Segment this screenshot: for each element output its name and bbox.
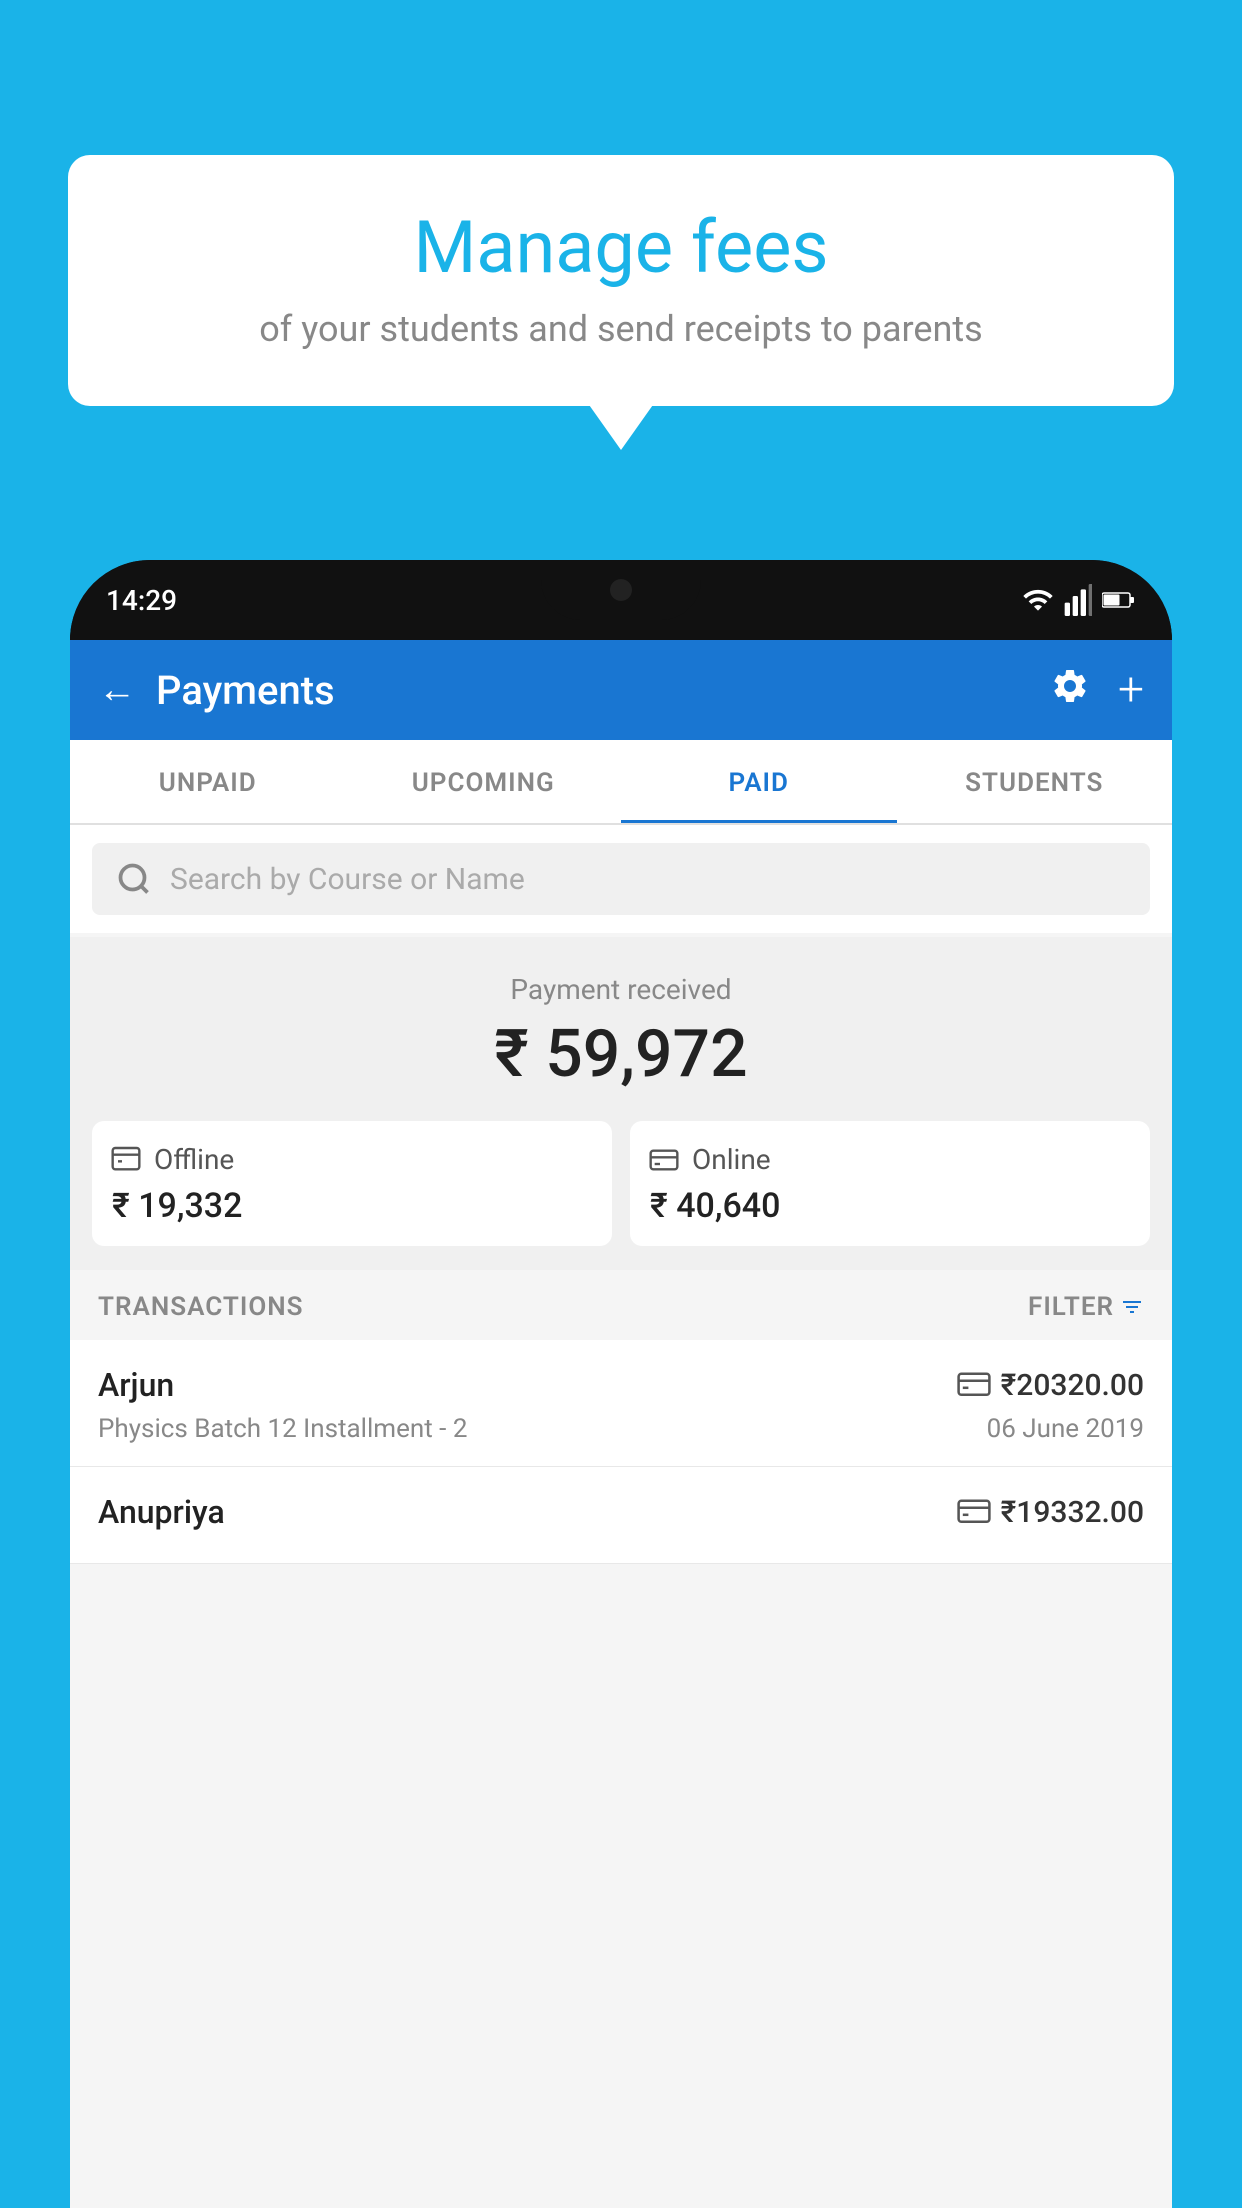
speech-bubble: Manage fees of your students and send re… [68,155,1174,406]
offline-icon [110,1146,142,1174]
filter-wrap[interactable]: FILTER [1028,1292,1144,1322]
online-card-row: Online [648,1143,771,1176]
transaction-row-top: Arjun ₹20320.00 [98,1366,1144,1404]
app-screen: ← Payments + UNPAID UPCOMING PAID ST [70,640,1172,2208]
transactions-label: TRANSACTIONS [98,1292,304,1322]
tab-paid[interactable]: PAID [621,740,897,823]
offline-amount: ₹ 19,332 [112,1186,242,1226]
camera [610,579,632,601]
payment-received-label: Payment received [92,973,1150,1006]
filter-icon [1120,1295,1144,1319]
settings-icon[interactable] [1050,666,1090,715]
signal-icon [1064,584,1092,616]
status-time: 14:29 [106,584,177,617]
transaction-name: Arjun [98,1366,174,1404]
battery-icon [1102,586,1136,614]
header-left: ← Payments [98,667,335,714]
transaction-list: Arjun ₹20320.00 Physics Batch [70,1340,1172,1564]
offline-card-row: Offline [110,1143,234,1176]
phone-notch [541,560,701,620]
card-icon [957,1371,991,1399]
payment-total-amount: ₹ 59,972 [92,1016,1150,1093]
bubble-title: Manage fees [128,207,1114,290]
back-button[interactable]: ← [98,668,136,712]
tab-students[interactable]: STUDENTS [897,740,1173,823]
background: Manage fees of your students and send re… [0,0,1242,2208]
filter-label: FILTER [1028,1292,1114,1322]
transaction-amount-wrap: ₹20320.00 [957,1368,1144,1403]
transaction-row-bottom: Physics Batch 12 Installment - 2 06 June… [98,1414,1144,1444]
phone-frame: 14:29 [70,560,1172,2208]
transaction-name: Anupriya [98,1493,225,1531]
wifi-icon [1022,584,1054,616]
transaction-row-top: Anupriya ₹19332.00 [98,1493,1144,1531]
search-bar[interactable]: Search by Course or Name [92,843,1150,915]
search-icon [116,861,152,897]
tabs-container: UNPAID UPCOMING PAID STUDENTS [70,740,1172,825]
offline-icon-small [957,1498,991,1526]
status-icons [1022,584,1136,616]
transaction-amount-wrap: ₹19332.00 [957,1495,1144,1530]
transaction-amount: ₹20320.00 [1001,1368,1144,1403]
online-icon [648,1146,680,1174]
transaction-detail: Physics Batch 12 Installment - 2 [98,1414,467,1444]
offline-label: Offline [154,1143,234,1176]
transactions-header: TRANSACTIONS FILTER [70,1270,1172,1340]
payment-cards: Offline ₹ 19,332 Online [92,1121,1150,1246]
transaction-date: 06 June 2019 [987,1414,1144,1444]
online-label: Online [692,1143,771,1176]
header-right: + [1050,663,1144,717]
table-row[interactable]: Anupriya ₹19332.00 [70,1467,1172,1564]
tab-unpaid[interactable]: UNPAID [70,740,346,823]
transaction-amount: ₹19332.00 [1001,1495,1144,1530]
search-placeholder: Search by Course or Name [170,862,525,897]
app-header: ← Payments + [70,640,1172,740]
payment-summary: Payment received ₹ 59,972 Offline [70,937,1172,1270]
offline-card: Offline ₹ 19,332 [92,1121,612,1246]
search-container: Search by Course or Name [70,825,1172,933]
bubble-subtitle: of your students and send receipts to pa… [128,308,1114,350]
status-bar: 14:29 [70,560,1172,640]
table-row[interactable]: Arjun ₹20320.00 Physics Batch [70,1340,1172,1467]
page-title: Payments [156,667,335,714]
online-card: Online ₹ 40,640 [630,1121,1150,1246]
online-amount: ₹ 40,640 [650,1186,780,1226]
tab-upcoming[interactable]: UPCOMING [346,740,622,823]
add-icon[interactable]: + [1118,663,1144,717]
